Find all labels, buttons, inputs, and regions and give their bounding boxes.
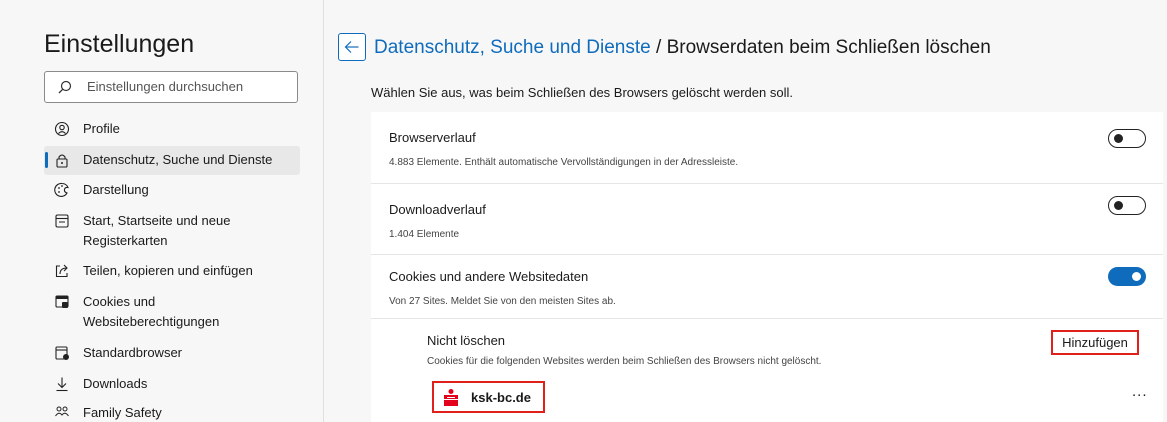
sidebar-item-profile[interactable]: Profile xyxy=(44,119,300,141)
sidebar-item-label: Profile xyxy=(83,121,120,136)
lock-icon xyxy=(56,154,68,168)
sidebar-item-share[interactable]: Teilen, kopieren und einfügen xyxy=(44,261,300,283)
sidebar-item-label: Datenschutz, Suche und Dienste xyxy=(83,152,273,167)
active-indicator xyxy=(45,152,48,168)
search-input[interactable] xyxy=(85,78,289,95)
sidebar-item-label: Start, Startseite und neue Registerkarte… xyxy=(83,213,231,248)
page-description: Wählen Sie aus, was beim Schließen des B… xyxy=(371,85,793,100)
settings-card: Browserverlauf 4.883 Elemente. Enthält a… xyxy=(371,112,1163,422)
download-icon xyxy=(56,377,68,392)
toggle-cookies[interactable] xyxy=(1108,267,1146,286)
divider xyxy=(371,254,1163,255)
toggle-browser-history[interactable] xyxy=(1108,129,1146,148)
row-subtitle-download-history: 1.404 Elemente xyxy=(389,229,460,240)
site-entry: ksk-bc.de xyxy=(432,381,545,413)
divider xyxy=(371,318,1163,319)
sidebar: Einstellungen Profile Datenschutz, Suche… xyxy=(0,0,324,422)
breadcrumb-separator: / xyxy=(656,37,662,58)
sidebar-item-family[interactable]: Family Safety xyxy=(44,403,300,422)
sidebar-item-label: Standardbrowser xyxy=(83,345,182,360)
sidebar-item-cookies[interactable]: Cookies und Websiteberechtigungen xyxy=(44,292,300,334)
sidebar-title: Einstellungen xyxy=(44,30,195,58)
cookies-permissions-icon xyxy=(55,295,69,308)
sidebar-item-label: Darstellung xyxy=(83,182,149,197)
sidebar-item-label: Teilen, kopieren und einfügen xyxy=(83,263,253,278)
breadcrumb-link[interactable]: Datenschutz, Suche und Dienste xyxy=(374,37,651,58)
toggle-knob xyxy=(1114,201,1123,210)
toggle-knob xyxy=(1114,134,1123,143)
search-box[interactable] xyxy=(44,71,298,103)
back-button[interactable] xyxy=(338,33,366,61)
site-name: ksk-bc.de xyxy=(471,390,531,405)
sidebar-item-label: Cookies und Websiteberechtigungen xyxy=(83,294,220,329)
add-site-button[interactable]: Hinzufügen xyxy=(1051,330,1139,355)
toggle-knob xyxy=(1132,272,1141,281)
appearance-icon xyxy=(54,182,69,197)
row-title-download-history: Downloadverlauf xyxy=(389,202,486,217)
breadcrumb: Datenschutz, Suche und Dienste / Browser… xyxy=(374,37,991,59)
share-icon xyxy=(55,264,68,278)
row-subtitle-browser-history: 4.883 Elemente. Enthält automatische Ver… xyxy=(389,157,739,168)
row-subtitle-cookies: Von 27 Sites. Meldet Sie von den meisten… xyxy=(389,296,616,307)
sidebar-item-downloads[interactable]: Downloads xyxy=(44,374,300,396)
exceptions-subtitle: Cookies für die folgenden Websites werde… xyxy=(427,356,822,367)
sparkasse-logo-icon xyxy=(444,389,458,406)
profile-icon xyxy=(54,121,70,137)
sidebar-item-label: Family Safety xyxy=(83,405,162,420)
arrow-left-icon xyxy=(344,41,359,53)
row-title-cookies: Cookies und andere Websitedaten xyxy=(389,269,589,284)
exceptions-title: Nicht löschen xyxy=(427,333,506,348)
toggle-download-history[interactable] xyxy=(1108,196,1146,215)
more-options-button[interactable]: ... xyxy=(1132,383,1148,400)
default-browser-icon xyxy=(55,346,69,360)
sidebar-item-default-browser[interactable]: Standardbrowser xyxy=(44,343,300,365)
sidebar-item-start[interactable]: Start, Startseite und neue Registerkarte… xyxy=(44,211,300,253)
page-title: Browserdaten beim Schließen löschen xyxy=(666,37,991,58)
sidebar-item-appearance[interactable]: Darstellung xyxy=(44,180,300,202)
divider xyxy=(371,183,1163,184)
search-icon xyxy=(58,80,72,94)
sidebar-item-privacy[interactable]: Datenschutz, Suche und Dienste xyxy=(44,146,300,175)
start-page-icon xyxy=(55,214,69,228)
main-content: Datenschutz, Suche und Dienste / Browser… xyxy=(324,0,1167,422)
sidebar-item-label: Downloads xyxy=(83,376,148,391)
row-title-browser-history: Browserverlauf xyxy=(389,130,476,145)
family-icon xyxy=(55,406,69,417)
